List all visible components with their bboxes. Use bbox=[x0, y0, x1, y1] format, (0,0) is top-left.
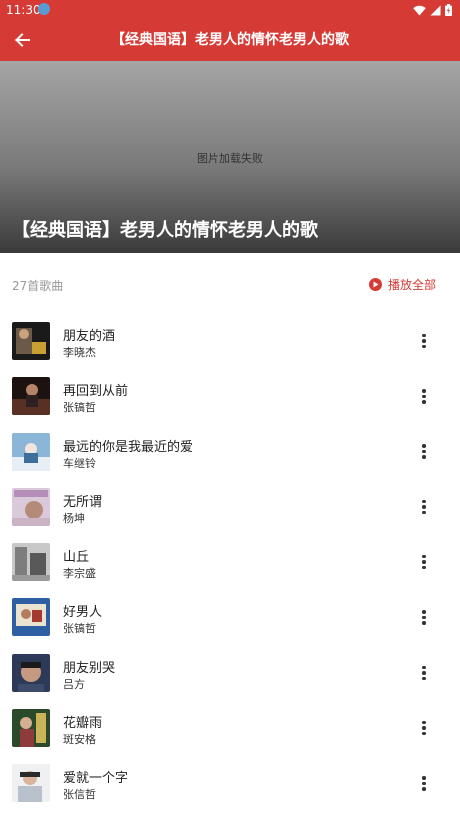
more-vert-button[interactable] bbox=[414, 662, 434, 684]
song-artist: 杨坤 bbox=[63, 511, 85, 525]
list-header: 27首歌曲 播放全部 bbox=[0, 253, 460, 315]
song-artist: 车继铃 bbox=[63, 456, 96, 470]
song-artist: 吕方 bbox=[63, 677, 85, 691]
album-cover bbox=[12, 377, 50, 416]
list-item[interactable]: 好男人 张镐哲 bbox=[0, 591, 460, 646]
list-item[interactable]: 花瓣雨 斑安格 bbox=[0, 702, 460, 757]
wifi-icon bbox=[413, 5, 426, 15]
playlist-title: 【经典国语】老男人的情怀老男人的歌 bbox=[12, 220, 318, 241]
song-title: 朋友别哭 bbox=[63, 660, 116, 676]
song-artist: 李晓杰 bbox=[63, 346, 96, 359]
song-count: 27首歌曲 bbox=[12, 279, 64, 293]
album-cover bbox=[12, 764, 50, 803]
song-title: 爱就一个字 bbox=[63, 771, 129, 787]
song-title: 好男人 bbox=[63, 605, 103, 621]
song-title: 再回到从前 bbox=[63, 384, 129, 400]
list-item[interactable]: 再回到从前 张镐哲 bbox=[0, 370, 460, 425]
album-cover bbox=[12, 709, 50, 748]
song-title: 最远的你是我最近的爱 bbox=[63, 439, 194, 455]
more-vert-button[interactable] bbox=[414, 441, 434, 463]
album-cover bbox=[12, 487, 50, 526]
more-vert-button[interactable] bbox=[414, 496, 434, 518]
song-title: 山丘 bbox=[63, 550, 90, 566]
song-artist: 张信哲 bbox=[63, 788, 96, 802]
more-vert-button[interactable] bbox=[414, 551, 434, 573]
song-title: 朋友的酒 bbox=[63, 329, 116, 344]
song-list: 朋友的酒 李晓杰 再回到从前 张镐哲 最远的你是我最近的爱 车继铃 无所谓 杨坤… bbox=[0, 315, 460, 813]
list-item[interactable]: 无所谓 杨坤 bbox=[0, 481, 460, 536]
song-artist: 张镐哲 bbox=[63, 401, 96, 415]
status-icons bbox=[413, 3, 452, 17]
list-item[interactable]: 朋友别哭 吕方 bbox=[0, 647, 460, 702]
image-load-failed-text: 图片加载失败 bbox=[197, 152, 263, 165]
list-item[interactable]: 山丘 李宗盛 bbox=[0, 536, 460, 591]
status-bar: 11:30 bbox=[0, 0, 460, 20]
list-item[interactable]: 最远的你是我最近的爱 车继铃 bbox=[0, 426, 460, 481]
play-circle-icon bbox=[368, 278, 382, 291]
album-cover bbox=[12, 543, 50, 582]
status-time: 11:30 bbox=[6, 3, 41, 17]
play-all-label: 播放全部 bbox=[387, 278, 436, 292]
album-cover bbox=[12, 653, 50, 692]
song-title: 花瓣雨 bbox=[63, 716, 103, 732]
more-vert-button[interactable] bbox=[414, 717, 434, 739]
list-item[interactable]: 朋友的酒 李晓杰 bbox=[0, 315, 460, 370]
back-button[interactable] bbox=[8, 26, 36, 54]
playlist-cover: 图片加载失败 【经典国语】老男人的情怀老男人的歌 bbox=[0, 61, 460, 253]
signal-icon bbox=[430, 5, 441, 15]
album-cover bbox=[12, 322, 50, 360]
song-artist: 李宗盛 bbox=[63, 567, 96, 581]
more-vert-button[interactable] bbox=[414, 330, 434, 352]
list-item[interactable]: 爱就一个字 张信哲 bbox=[0, 757, 460, 812]
notification-icon bbox=[38, 3, 50, 15]
more-vert-button[interactable] bbox=[414, 385, 434, 407]
album-cover bbox=[12, 432, 50, 471]
more-vert-button[interactable] bbox=[414, 772, 434, 794]
song-artist: 张镐哲 bbox=[63, 622, 96, 636]
app-bar: 【经典国语】老男人的情怀老男人的歌 bbox=[0, 20, 460, 61]
arrow-left-icon bbox=[15, 33, 30, 47]
song-title: 无所谓 bbox=[63, 494, 103, 510]
play-all-button[interactable]: 播放全部 bbox=[368, 276, 436, 293]
song-artist: 斑安格 bbox=[63, 733, 96, 747]
album-cover bbox=[12, 598, 50, 637]
battery-icon bbox=[445, 4, 452, 16]
more-vert-button[interactable] bbox=[414, 606, 434, 628]
page-title: 【经典国语】老男人的情怀老男人的歌 bbox=[111, 32, 349, 48]
